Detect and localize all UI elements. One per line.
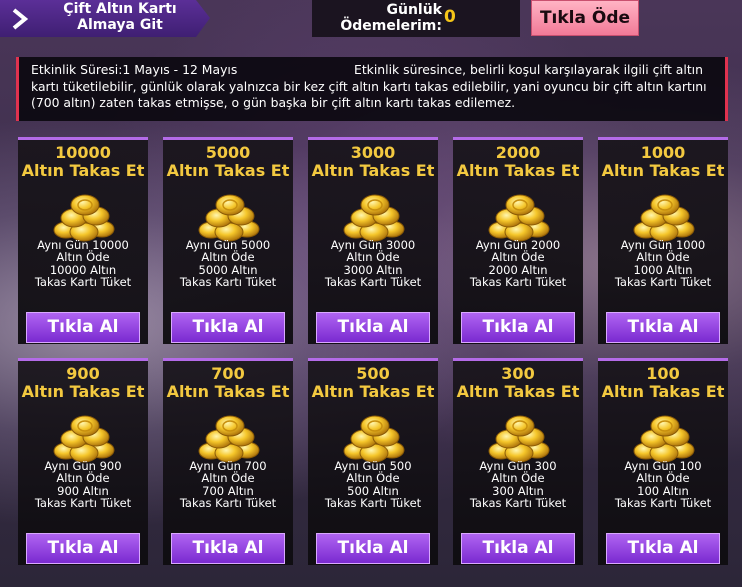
card-amount: 300	[501, 364, 535, 383]
card-description: Aynı Gün 500 Altın Öde 500 Altın Takas K…	[308, 460, 438, 509]
gold-coins-icon	[197, 192, 261, 242]
gold-coins-icon	[632, 413, 696, 463]
card-desc-line4: Takas Kartı Tüket	[614, 274, 712, 289]
card-desc-line4: Takas Kartı Tüket	[324, 274, 422, 289]
card-amount: 100	[646, 364, 680, 383]
daily-payments-label: Günlük Ödemelerim:	[340, 2, 442, 34]
card-desc-line4: Takas Kartı Tüket	[469, 495, 567, 510]
card-title: Altın Takas Et	[21, 161, 145, 180]
exchange-card-300: 300 Altın Takas Et Aynı Gün 300 Altın Öd…	[453, 358, 583, 565]
card-desc-line2: Altın Öde	[201, 471, 255, 486]
claim-button[interactable]: Tıkla Al	[461, 533, 575, 564]
event-period: Etkinlik Süresi:1 Mayıs - 12 Mayıs	[31, 62, 238, 77]
card-description: Aynı Gün 2000 Altın Öde 2000 Altın Takas…	[453, 239, 583, 288]
card-desc-line4: Takas Kartı Tüket	[34, 274, 132, 289]
claim-button[interactable]: Tıkla Al	[26, 533, 140, 564]
exchange-card-10000: 10000 Altın Takas Et Aynı Gün 10000 Altı…	[18, 137, 148, 344]
gold-coins-icon	[52, 192, 116, 242]
card-title: Altın Takas Et	[166, 382, 290, 401]
claim-button[interactable]: Tıkla Al	[26, 312, 140, 343]
chevron-right-icon	[12, 8, 29, 30]
card-amount: 10000	[55, 143, 111, 162]
card-desc-line2: Altın Öde	[346, 471, 400, 486]
exchange-card-3000: 3000 Altın Takas Et Aynı Gün 3000 Altın …	[308, 137, 438, 344]
card-title: Altın Takas Et	[456, 161, 580, 180]
card-title: Altın Takas Et	[456, 382, 580, 401]
gold-coins-icon	[487, 192, 551, 242]
claim-button[interactable]: Tıkla Al	[606, 533, 720, 564]
card-amount: 500	[356, 364, 390, 383]
exchange-card-700: 700 Altın Takas Et Aynı Gün 700 Altın Öd…	[163, 358, 293, 565]
pay-button[interactable]: Tıkla Öde	[531, 0, 639, 36]
exchange-card-100: 100 Altın Takas Et Aynı Gün 100 Altın Öd…	[598, 358, 728, 565]
card-description: Aynı Gün 900 Altın Öde 900 Altın Takas K…	[18, 460, 148, 509]
card-desc-line2: Altın Öde	[636, 471, 690, 486]
card-description: Aynı Gün 100 Altın Öde 100 Altın Takas K…	[598, 460, 728, 509]
gold-coins-icon	[52, 413, 116, 463]
event-info-box: Etkinlik Süresi:1 Mayıs - 12 Mayıs Etkinl…	[16, 57, 728, 121]
card-desc-line4: Takas Kartı Tüket	[469, 274, 567, 289]
exchange-card-2000: 2000 Altın Takas Et Aynı Gün 2000 Altın …	[453, 137, 583, 344]
card-desc-line2: Altın Öde	[346, 250, 400, 265]
gold-coins-icon	[342, 413, 406, 463]
card-amount: 900	[66, 364, 100, 383]
card-desc-line2: Altın Öde	[491, 250, 545, 265]
card-description: Aynı Gün 10000 Altın Öde 10000 Altın Tak…	[18, 239, 148, 288]
card-desc-line4: Takas Kartı Tüket	[324, 495, 422, 510]
gold-coins-icon	[342, 192, 406, 242]
card-desc-line4: Takas Kartı Tüket	[179, 274, 277, 289]
goto-double-gold-card-button[interactable]: Çift Altın Kartı Almaya Git	[0, 0, 210, 37]
card-title: Altın Takas Et	[166, 161, 290, 180]
card-amount: 5000	[205, 143, 251, 162]
card-desc-line2: Altın Öde	[56, 250, 110, 265]
card-description: Aynı Gün 3000 Altın Öde 3000 Altın Takas…	[308, 239, 438, 288]
card-amount: 700	[211, 364, 245, 383]
card-desc-line2: Altın Öde	[56, 471, 110, 486]
card-description: Aynı Gün 300 Altın Öde 300 Altın Takas K…	[453, 460, 583, 509]
exchange-card-500: 500 Altın Takas Et Aynı Gün 500 Altın Öd…	[308, 358, 438, 565]
card-desc-line4: Takas Kartı Tüket	[179, 495, 277, 510]
exchange-card-900: 900 Altın Takas Et Aynı Gün 900 Altın Öd…	[18, 358, 148, 565]
card-title: Altın Takas Et	[21, 382, 145, 401]
card-desc-line2: Altın Öde	[636, 250, 690, 265]
exchange-card-5000: 5000 Altın Takas Et Aynı Gün 5000 Altın …	[163, 137, 293, 344]
claim-button[interactable]: Tıkla Al	[316, 533, 430, 564]
card-description: Aynı Gün 5000 Altın Öde 5000 Altın Takas…	[163, 239, 293, 288]
card-desc-line4: Takas Kartı Tüket	[34, 495, 132, 510]
gold-coins-icon	[632, 192, 696, 242]
claim-button[interactable]: Tıkla Al	[461, 312, 575, 343]
daily-payments-panel: Günlük Ödemelerim: 0	[312, 0, 520, 37]
claim-button[interactable]: Tıkla Al	[606, 312, 720, 343]
card-desc-line4: Takas Kartı Tüket	[614, 495, 712, 510]
card-title: Altın Takas Et	[311, 161, 435, 180]
top-bar: Çift Altın Kartı Almaya Git Günlük Ödeme…	[0, 0, 742, 38]
card-amount: 3000	[350, 143, 396, 162]
claim-button[interactable]: Tıkla Al	[171, 533, 285, 564]
gold-coins-icon	[487, 413, 551, 463]
card-title: Altın Takas Et	[601, 382, 725, 401]
card-description: Aynı Gün 1000 Altın Öde 1000 Altın Takas…	[598, 239, 728, 288]
goto-button-label: Çift Altın Kartı Almaya Git	[63, 1, 177, 33]
exchange-card-1000: 1000 Altın Takas Et Aynı Gün 1000 Altın …	[598, 137, 728, 344]
claim-button[interactable]: Tıkla Al	[171, 312, 285, 343]
claim-button[interactable]: Tıkla Al	[316, 312, 430, 343]
card-amount: 1000	[640, 143, 686, 162]
card-desc-line2: Altın Öde	[201, 250, 255, 265]
card-desc-line2: Altın Öde	[491, 471, 545, 486]
card-description: Aynı Gün 700 Altın Öde 700 Altın Takas K…	[163, 460, 293, 509]
card-amount: 2000	[495, 143, 541, 162]
card-title: Altın Takas Et	[311, 382, 435, 401]
card-title: Altın Takas Et	[601, 161, 725, 180]
daily-payments-value: 0	[444, 7, 456, 27]
gold-coins-icon	[197, 413, 261, 463]
